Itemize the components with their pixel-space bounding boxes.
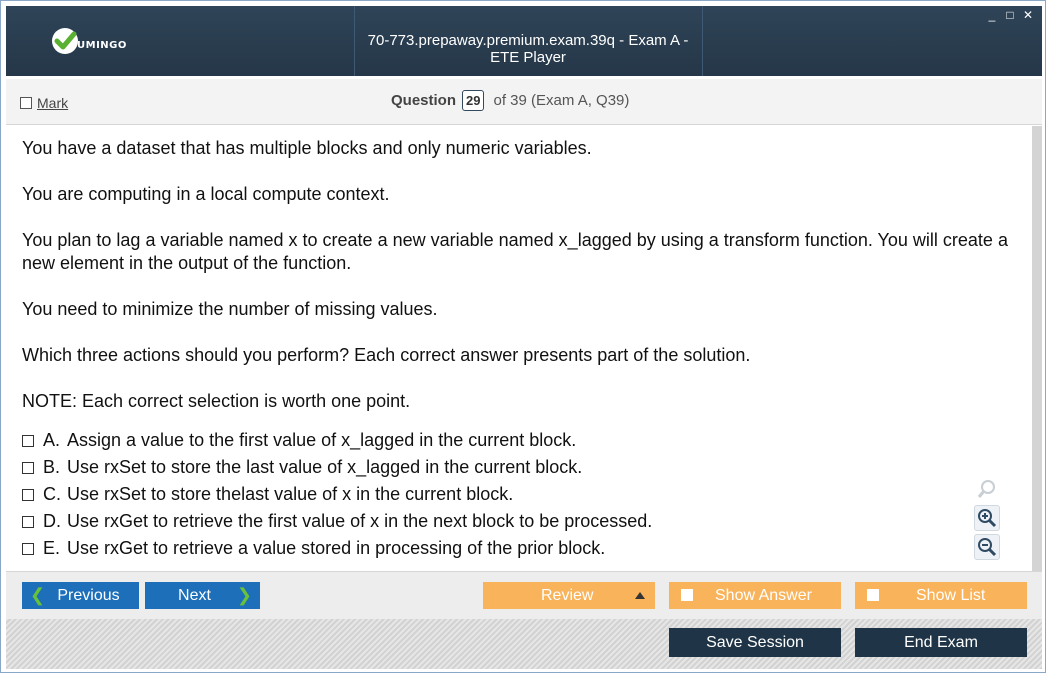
review-button[interactable]: Review <box>483 582 655 609</box>
answer-letter: A. <box>43 430 61 450</box>
answer-list: A. Assign a value to the first value of … <box>22 427 652 562</box>
show-answer-label: Show Answer <box>715 586 812 604</box>
window-controls: _ □ ✕ <box>986 8 1034 22</box>
navigation-bar: ❮ Previous Next ❯ Review Show Answer Sho… <box>6 571 1042 619</box>
mark-checkbox[interactable]: Mark <box>20 95 68 111</box>
mark-label[interactable]: Mark <box>37 95 68 111</box>
question-number-input[interactable]: 29 <box>462 90 485 111</box>
maximize-icon[interactable]: □ <box>1004 8 1016 22</box>
show-list-checkbox[interactable] <box>867 589 879 601</box>
mark-checkbox-box[interactable] <box>20 97 32 109</box>
previous-button[interactable]: ❮ Previous <box>22 582 139 609</box>
title-divider <box>702 6 703 76</box>
question-of-text: of 39 (Exam A, Q39) <box>493 92 630 109</box>
answer-option-e[interactable]: E. Use rxGet to retrieve a value stored … <box>22 535 652 562</box>
answer-checkbox[interactable] <box>22 488 34 501</box>
end-exam-button[interactable]: End Exam <box>855 628 1027 657</box>
answer-text: Use rxSet to store the last value of x_l… <box>67 457 583 477</box>
question-content: You have a dataset that has multiple blo… <box>6 126 1042 571</box>
chevron-left-icon: ❮ <box>30 585 46 605</box>
answer-letter: B. <box>43 457 61 477</box>
show-list-button[interactable]: Show List <box>855 582 1027 609</box>
answer-option-b[interactable]: B. Use rxSet to store the last value of … <box>22 454 652 481</box>
app-window: UMINGO 70-773.prepaway.premium.exam.39q … <box>0 0 1046 673</box>
answer-option-a[interactable]: A. Assign a value to the first value of … <box>22 427 652 454</box>
vumingo-logo: UMINGO <box>50 26 127 56</box>
answer-option-c[interactable]: C. Use rxSet to store thelast value of x… <box>22 481 652 508</box>
vertical-scrollbar[interactable] <box>1032 126 1042 571</box>
title-bar: UMINGO 70-773.prepaway.premium.exam.39q … <box>6 6 1042 76</box>
answer-checkbox[interactable] <box>22 515 34 528</box>
show-list-label: Show List <box>916 586 986 604</box>
caret-up-icon <box>635 592 645 599</box>
question-paragraph: You are computing in a local compute con… <box>22 184 390 204</box>
zoom-controls <box>974 476 1002 563</box>
question-paragraph: You plan to lag a variable named x to cr… <box>22 230 1008 273</box>
question-text: You have a dataset that has multiple blo… <box>22 137 1012 436</box>
answer-checkbox[interactable] <box>22 542 34 555</box>
answer-text: Use rxGet to retrieve a value stored in … <box>67 538 606 558</box>
answer-option-d[interactable]: D. Use rxGet to retrieve the first value… <box>22 508 652 535</box>
window-title: 70-773.prepaway.premium.exam.39q - Exam … <box>367 32 689 66</box>
next-button[interactable]: Next ❯ <box>145 582 260 609</box>
question-paragraph: You need to minimize the number of missi… <box>22 299 438 319</box>
answer-checkbox[interactable] <box>22 434 34 447</box>
question-header: Mark Question 29 of 39 (Exam A, Q39) <box>6 79 1042 125</box>
question-label: Question <box>391 92 457 109</box>
answer-text: Use rxSet to store thelast value of x in… <box>67 484 514 504</box>
show-answer-button[interactable]: Show Answer <box>669 582 841 609</box>
zoom-out-icon[interactable] <box>974 534 1000 560</box>
answer-letter: E. <box>43 538 61 558</box>
question-paragraph: Which three actions should you perform? … <box>22 345 751 365</box>
review-label: Review <box>541 586 594 604</box>
question-number-indicator: Question 29 of 39 (Exam A, Q39) <box>391 90 629 111</box>
next-label: Next <box>178 586 211 604</box>
previous-label: Previous <box>57 586 120 604</box>
question-note: NOTE: Each correct selection is worth on… <box>22 391 411 411</box>
chevron-right-icon: ❯ <box>236 585 252 605</box>
save-session-button[interactable]: Save Session <box>669 628 841 657</box>
answer-text: Assign a value to the first value of x_l… <box>67 430 577 450</box>
zoom-in-icon[interactable] <box>974 505 1000 531</box>
logo-text: UMINGO <box>77 39 127 51</box>
answer-letter: C. <box>43 484 61 504</box>
answer-letter: D. <box>43 511 61 531</box>
answer-checkbox[interactable] <box>22 461 34 474</box>
question-paragraph: You have a dataset that has multiple blo… <box>22 138 592 158</box>
answer-text: Use rxGet to retrieve the first value of… <box>67 511 653 531</box>
close-icon[interactable]: ✕ <box>1022 8 1034 22</box>
footer-bar: Save Session End Exam <box>6 619 1042 669</box>
logo-check-icon <box>52 28 78 54</box>
zoom-reset-icon[interactable] <box>974 476 1000 502</box>
minimize-icon[interactable]: _ <box>986 8 998 22</box>
show-answer-checkbox[interactable] <box>681 589 693 601</box>
